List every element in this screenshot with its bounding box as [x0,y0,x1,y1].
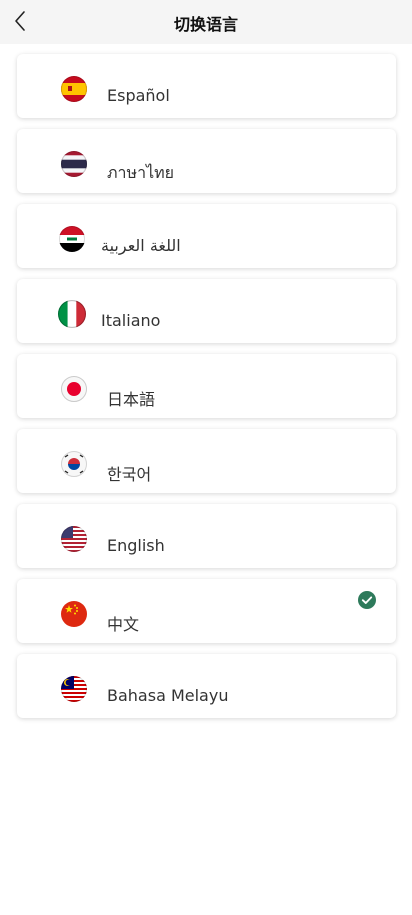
language-label: 日本語 [107,390,156,409]
south-korea-flag-icon [61,451,87,477]
language-label: English [107,536,165,555]
language-label: Italiano [101,311,161,330]
language-item-thai[interactable]: ภาษาไทย [17,129,396,193]
language-item-italiano[interactable]: Italiano [17,279,396,343]
thailand-flag-icon [61,151,87,177]
language-label: Español [107,86,170,105]
top-bar: 切换语言 [0,0,412,44]
italy-flag-icon [58,300,86,328]
language-label: 한국어 [107,465,152,484]
language-item-korean[interactable]: 한국어 [17,429,396,493]
language-label: Bahasa Melayu [107,686,229,705]
language-item-espanol[interactable]: Español [17,54,396,118]
language-item-arabic[interactable]: اللغة العربية [17,204,396,268]
language-item-chinese[interactable]: 中文 [17,579,396,643]
japan-flag-icon [61,376,87,402]
language-label: ภาษาไทย [107,163,175,182]
malaysia-flag-icon [61,676,87,702]
spain-flag-icon [61,76,87,102]
usa-flag-icon [61,526,87,552]
language-list: Español ภาษาไทย اللغة العربية Italiano 日… [17,54,396,729]
language-label: اللغة العربية [101,236,181,255]
iraq-flag-icon [59,226,85,252]
language-item-english[interactable]: English [17,504,396,568]
selected-check-icon [358,591,376,609]
language-item-bahasa-melayu[interactable]: Bahasa Melayu [17,654,396,718]
language-label: 中文 [107,615,140,634]
language-item-japanese[interactable]: 日本語 [17,354,396,418]
china-flag-icon [61,601,87,627]
page-title: 切换语言 [173,15,238,34]
